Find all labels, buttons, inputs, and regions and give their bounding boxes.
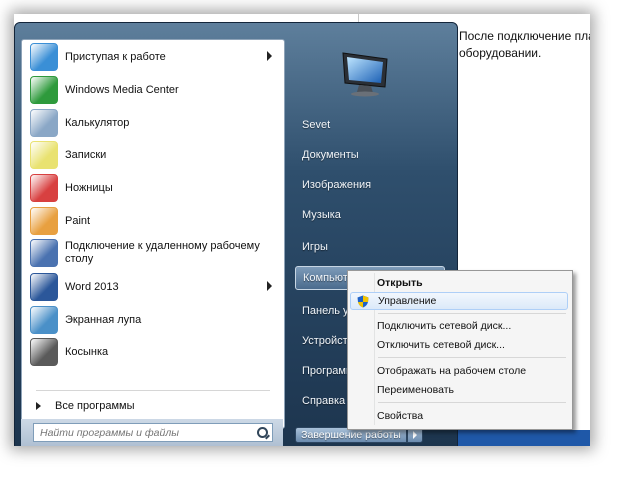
program-item-label-line: столу bbox=[65, 253, 94, 265]
context-menu: Открыть Управление Подключить сетевой ди… bbox=[347, 270, 573, 430]
program-item[interactable]: Приступая к работе bbox=[26, 42, 278, 72]
program-item[interactable]: Записки bbox=[26, 140, 278, 170]
program-item[interactable]: Косынка bbox=[26, 337, 278, 367]
program-item-label: Подключение к удаленному рабочему столу bbox=[65, 240, 260, 266]
computer-picture-icon bbox=[342, 52, 388, 97]
program-item[interactable]: Windows Media Center bbox=[26, 75, 278, 105]
screenshot-frame: После подключение пла оборудовании. Прис… bbox=[14, 14, 590, 446]
right-menu-item[interactable]: Документы bbox=[295, 143, 445, 167]
remote-desktop-icon bbox=[30, 239, 58, 267]
start-menu: Приступая к работе Windows Media Center Ка… bbox=[14, 22, 573, 446]
media-center-icon bbox=[30, 76, 58, 104]
document-text: После подключение пла оборудовании. bbox=[459, 28, 590, 62]
all-programs-label: Все программы bbox=[55, 400, 135, 412]
arrow-right-icon bbox=[267, 281, 272, 291]
document-line-1: После подключение пла bbox=[459, 29, 590, 43]
separator bbox=[36, 390, 270, 391]
context-item-label: Подключить сетевой диск... bbox=[377, 320, 512, 332]
shutdown-label: Завершение работы bbox=[301, 429, 401, 441]
separator bbox=[378, 357, 566, 358]
right-menu-item-label: Документы bbox=[302, 149, 359, 161]
right-menu-item[interactable]: Sevet bbox=[295, 113, 445, 137]
right-menu-item-label: Музыка bbox=[302, 209, 341, 221]
program-item-label: Записки bbox=[65, 149, 107, 161]
program-item-label: Калькулятор bbox=[65, 117, 130, 129]
getting-started-icon bbox=[30, 43, 58, 71]
program-item-label: Paint bbox=[65, 215, 91, 227]
context-item-rename[interactable]: Переименовать bbox=[350, 381, 568, 399]
program-item-label-line: Подключение к удаленному рабочему bbox=[65, 240, 260, 252]
programs-pane: Приступая к работе Windows Media Center Ка… bbox=[21, 39, 285, 429]
program-item[interactable]: Подключение к удаленному рабочему столу bbox=[26, 238, 278, 268]
context-item-label: Переименовать bbox=[377, 384, 454, 396]
right-menu-item[interactable]: Изображения bbox=[295, 173, 445, 197]
taskbar-edge bbox=[454, 430, 590, 446]
program-item[interactable]: Калькулятор bbox=[26, 108, 278, 138]
program-item-label: Приступая к работе bbox=[65, 51, 166, 63]
all-programs-item[interactable]: Все программы bbox=[36, 400, 134, 412]
context-item-map-drive[interactable]: Подключить сетевой диск... bbox=[350, 317, 568, 335]
separator bbox=[378, 313, 566, 314]
program-item-label: Экранная лупа bbox=[65, 314, 142, 326]
program-item-label: Ножницы bbox=[65, 182, 113, 194]
program-item[interactable]: Word 2013 bbox=[26, 272, 278, 302]
search-icon[interactable] bbox=[257, 427, 268, 438]
right-menu-item-label: Игры bbox=[302, 241, 328, 253]
context-item-manage[interactable]: Управление bbox=[350, 292, 568, 310]
context-item-disconnect-drive[interactable]: Отключить сетевой диск... bbox=[350, 336, 568, 354]
context-item-label: Свойства bbox=[377, 410, 424, 422]
magnifier-icon bbox=[30, 306, 58, 334]
right-menu-item-label: Изображения bbox=[302, 179, 372, 191]
shield-icon bbox=[357, 295, 369, 308]
paint-icon bbox=[30, 207, 58, 235]
context-item-label: Отключить сетевой диск... bbox=[377, 339, 505, 351]
right-menu-item[interactable]: Игры bbox=[295, 235, 445, 259]
program-item[interactable]: Ножницы bbox=[26, 173, 278, 203]
program-item-label: Windows Media Center bbox=[65, 84, 179, 96]
calculator-icon bbox=[30, 109, 58, 137]
program-item-label: Word 2013 bbox=[65, 281, 119, 293]
document-line-2: оборудовании. bbox=[459, 46, 542, 60]
context-item-label: Открыть bbox=[377, 277, 423, 289]
arrow-right-icon bbox=[36, 402, 41, 410]
context-item-show-desktop[interactable]: Отображать на рабочем столе bbox=[350, 362, 568, 380]
arrow-right-icon bbox=[267, 51, 272, 61]
context-item-properties[interactable]: Свойства bbox=[350, 407, 568, 425]
search-input[interactable] bbox=[33, 423, 273, 442]
context-item-open[interactable]: Открыть bbox=[350, 274, 568, 292]
scissors-icon bbox=[30, 174, 58, 202]
context-item-label: Управление bbox=[378, 295, 437, 307]
program-item[interactable]: Paint bbox=[26, 206, 278, 236]
right-menu-item-label: Sevet bbox=[302, 119, 331, 131]
context-item-label: Отображать на рабочем столе bbox=[377, 365, 527, 377]
word-icon bbox=[30, 273, 58, 301]
program-item[interactable]: Экранная лупа bbox=[26, 305, 278, 335]
solitaire-icon bbox=[30, 338, 58, 366]
program-item-label: Косынка bbox=[65, 346, 109, 358]
separator bbox=[378, 402, 566, 403]
sticky-notes-icon bbox=[30, 141, 58, 169]
right-menu-item[interactable]: Музыка bbox=[295, 203, 445, 227]
